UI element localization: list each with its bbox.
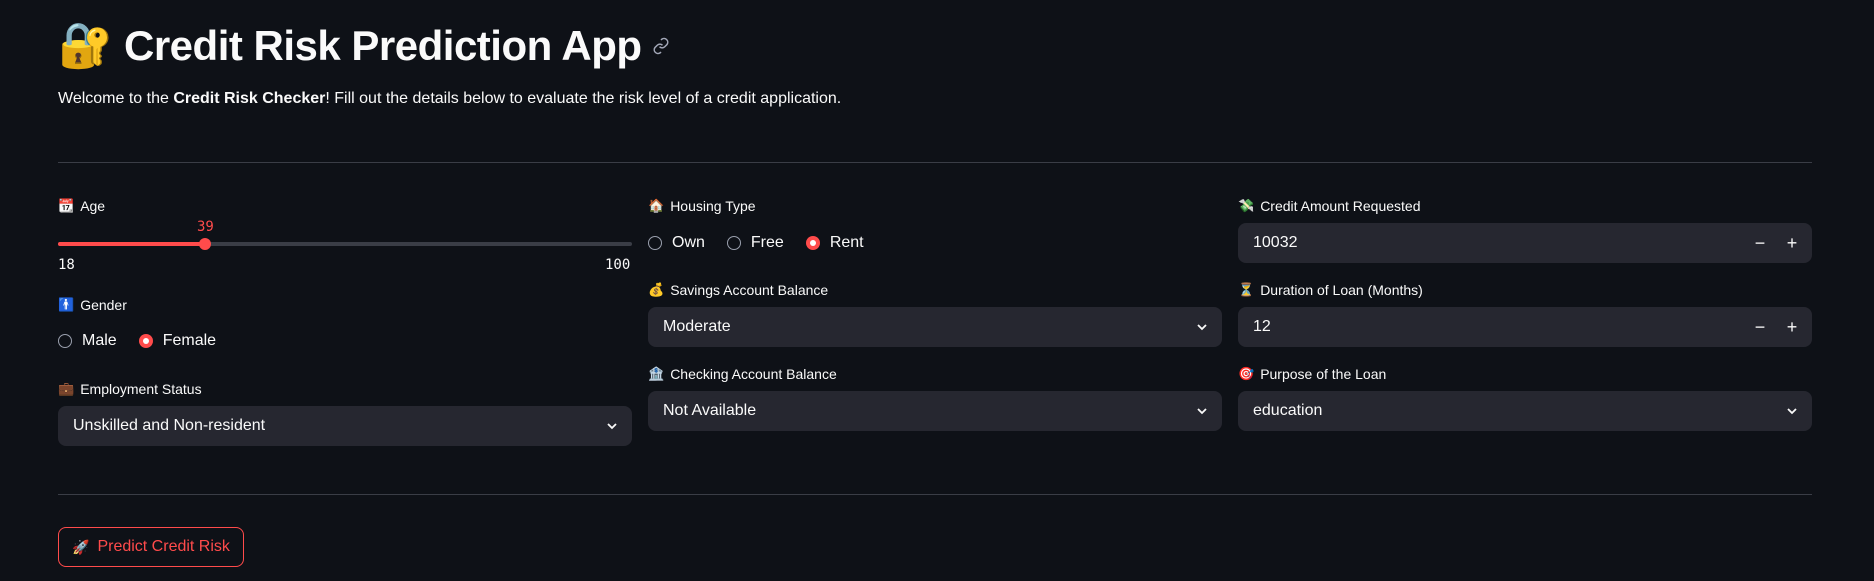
age-slider-thumb[interactable]	[199, 238, 211, 250]
hourglass-icon: ⏳	[1238, 282, 1255, 297]
house-icon: 🏠	[648, 198, 665, 213]
intro-prefix: Welcome to the	[58, 90, 174, 107]
intro-suffix: ! Fill out the details below to evaluate…	[325, 90, 842, 107]
gender-option-female[interactable]: Female	[138, 332, 217, 350]
increment-button[interactable]: +	[1776, 233, 1808, 254]
checking-select-value: Not Available	[663, 402, 757, 419]
intro-text: Welcome to the Credit Risk Checker! Fill…	[58, 90, 841, 108]
lock-key-icon: 🔐	[58, 21, 113, 70]
duration-label: ⏳ Duration of Loan (Months)	[1238, 282, 1423, 298]
decrement-button[interactable]: −	[1744, 233, 1776, 254]
increment-button[interactable]: +	[1776, 317, 1808, 338]
predict-button-label: Predict Credit Risk	[97, 538, 230, 555]
savings-label: 💰 Savings Account Balance	[648, 282, 828, 298]
age-slider-max: 100	[605, 257, 631, 273]
employment-select-value: Unskilled and Non-resident	[73, 417, 266, 434]
gender-label: 🚹 Gender	[58, 297, 127, 313]
housing-option-free[interactable]: Free	[726, 234, 784, 252]
rocket-icon: 🚀	[72, 538, 90, 555]
credit-amount-input[interactable]: 10032 − +	[1238, 223, 1812, 263]
savings-label-text: Savings Account Balance	[670, 282, 829, 298]
bank-icon: 🏦	[648, 366, 665, 381]
radio-circle-icon	[648, 236, 662, 250]
age-slider-fill	[58, 242, 205, 246]
radio-selected-icon	[805, 236, 820, 250]
link-icon[interactable]	[652, 37, 670, 61]
housing-label-text: Housing Type	[670, 198, 756, 214]
credit-amount-label-text: Credit Amount Requested	[1260, 198, 1421, 214]
chevron-down-icon	[1182, 404, 1222, 418]
checking-label-text: Checking Account Balance	[670, 366, 837, 382]
checking-select[interactable]: Not Available	[648, 391, 1222, 431]
employment-label: 💼 Employment Status	[58, 381, 202, 397]
duration-input[interactable]: 12 − +	[1238, 307, 1812, 347]
duration-label-text: Duration of Loan (Months)	[1260, 282, 1423, 298]
age-slider[interactable]	[58, 238, 632, 250]
housing-option-own-label: Own	[672, 234, 705, 251]
divider-top	[58, 162, 1812, 163]
housing-option-rent[interactable]: Rent	[805, 234, 864, 252]
credit-amount-label: 💸 Credit Amount Requested	[1238, 198, 1421, 214]
savings-select-value: Moderate	[663, 318, 731, 335]
predict-button[interactable]: 🚀 Predict Credit Risk	[58, 527, 244, 567]
money-bag-icon: 💰	[648, 282, 665, 297]
briefcase-icon: 💼	[58, 381, 75, 396]
gender-radio-group: Male Female	[58, 332, 238, 350]
age-slider-min: 18	[58, 257, 75, 273]
radio-selected-icon	[138, 334, 153, 348]
housing-label: 🏠 Housing Type	[648, 198, 756, 214]
radio-circle-icon	[58, 334, 72, 348]
housing-radio-group: Own Free Rent	[648, 234, 886, 252]
purpose-label-text: Purpose of the Loan	[1260, 366, 1387, 382]
age-label: 📆 Age	[58, 198, 105, 214]
purpose-select[interactable]: education	[1238, 391, 1812, 431]
age-label-text: Age	[80, 198, 106, 214]
calendar-icon: 📆	[58, 198, 75, 213]
chevron-down-icon	[1182, 320, 1222, 334]
purpose-select-value: education	[1253, 402, 1323, 419]
divider-bottom	[58, 494, 1812, 495]
gender-option-female-label: Female	[162, 332, 217, 349]
person-icon: 🚹	[58, 297, 75, 312]
title-row: 🔐 Credit Risk Prediction App	[58, 18, 670, 74]
gender-option-male[interactable]: Male	[58, 332, 117, 350]
credit-amount-value: 10032	[1253, 234, 1298, 251]
housing-option-rent-label: Rent	[829, 234, 864, 251]
gender-option-male-label: Male	[82, 332, 117, 349]
savings-select[interactable]: Moderate	[648, 307, 1222, 347]
target-icon: 🎯	[1238, 366, 1255, 381]
checking-label: 🏦 Checking Account Balance	[648, 366, 837, 382]
intro-bold: Credit Risk Checker	[173, 90, 326, 107]
radio-circle-icon	[726, 236, 741, 250]
age-slider-value: 39	[197, 219, 214, 235]
duration-value: 12	[1253, 318, 1271, 335]
purpose-label: 🎯 Purpose of the Loan	[1238, 366, 1386, 382]
employment-label-text: Employment Status	[80, 381, 202, 397]
employment-select[interactable]: Unskilled and Non-resident	[58, 406, 632, 446]
money-wings-icon: 💸	[1238, 198, 1255, 213]
chevron-down-icon	[592, 419, 632, 433]
chevron-down-icon	[1772, 404, 1812, 418]
decrement-button[interactable]: −	[1744, 317, 1776, 338]
housing-option-own[interactable]: Own	[648, 234, 705, 252]
gender-label-text: Gender	[80, 297, 127, 313]
housing-option-free-label: Free	[750, 234, 784, 251]
page-title: Credit Risk Prediction App	[124, 22, 642, 69]
